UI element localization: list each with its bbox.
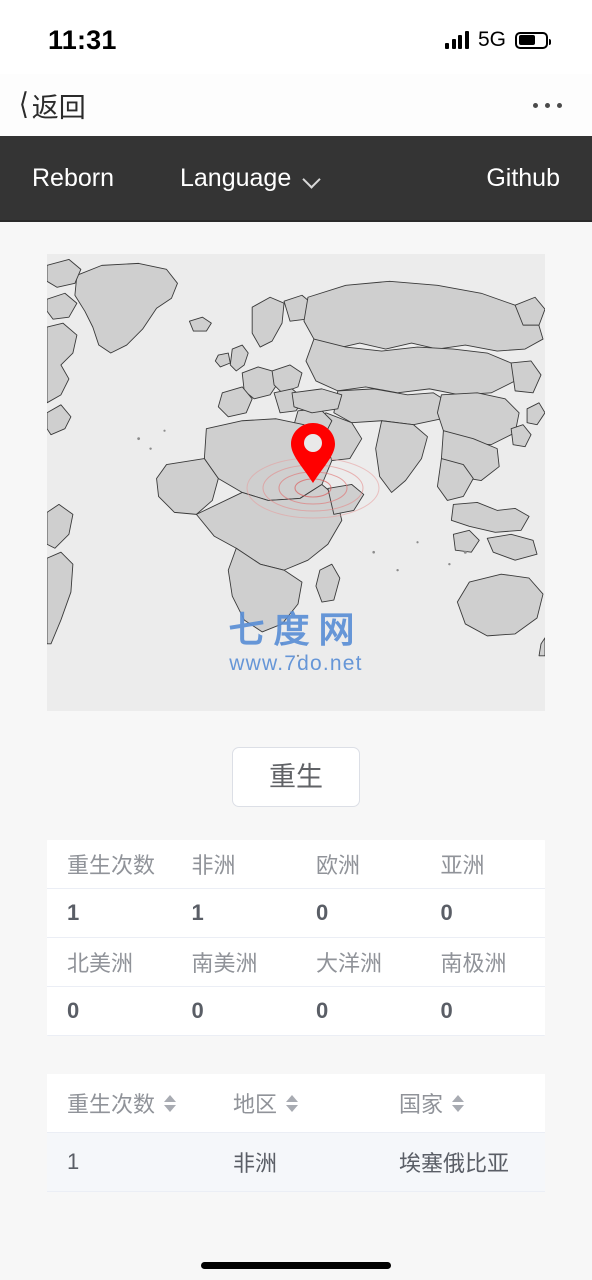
site-header: Reborn Language Github (0, 136, 592, 222)
stats-value-cell: 0 (296, 888, 421, 939)
home-indicator (201, 1262, 391, 1269)
language-menu[interactable]: Language (180, 164, 320, 193)
battery-fill (518, 35, 535, 45)
stats-header-cell: 欧洲 (296, 840, 421, 890)
battery-icon (515, 31, 551, 49)
stats-header-cell: 北美洲 (47, 937, 172, 988)
stats-value-cell: 1 (171, 888, 296, 939)
table-header-row: 重生次数 地区 国家 (47, 1074, 545, 1134)
table-row: 重生次数 非洲 欧洲 亚洲 (47, 840, 545, 890)
map-pin-icon (291, 423, 335, 483)
table-row[interactable]: 1 非洲 埃塞俄比亚 (47, 1132, 545, 1193)
more-dots-icon[interactable] (533, 102, 562, 108)
table-row: 1 1 0 0 (47, 888, 545, 939)
column-header-count[interactable]: 重生次数 (47, 1074, 213, 1134)
column-header-label: 国家 (399, 1092, 444, 1118)
reborn-button-container: 重生 (47, 747, 545, 808)
signal-strength-icon (445, 31, 469, 49)
stats-table: 重生次数 非洲 欧洲 亚洲 1 1 0 0 北美洲 南美洲 大洋洲 南极洲 0 … (47, 840, 545, 1037)
sort-caret-icon[interactable] (164, 1094, 177, 1112)
reborn-button[interactable]: 重生 (232, 747, 360, 808)
sort-caret-icon[interactable] (286, 1094, 299, 1112)
column-header-region[interactable]: 地区 (213, 1074, 379, 1134)
status-time: 11:31 (48, 24, 117, 55)
stats-table-grid: 重生次数 非洲 欧洲 亚洲 1 1 0 0 北美洲 南美洲 大洋洲 南极洲 0 … (47, 840, 545, 1037)
cell-count: 1 (47, 1132, 213, 1193)
cell-region: 非洲 (213, 1132, 379, 1193)
stats-header-cell: 非洲 (171, 840, 296, 890)
stats-value-cell: 0 (420, 888, 545, 939)
language-menu-label: Language (180, 163, 292, 192)
stats-value-cell: 0 (420, 986, 545, 1037)
watermark-text-cn: 七度网 (228, 609, 364, 650)
chevron-down-icon (303, 173, 320, 183)
stats-value-cell: 0 (296, 986, 421, 1037)
stats-header-cell: 亚洲 (420, 840, 545, 890)
chevron-left-icon: ⟨ (18, 88, 29, 121)
history-table: 重生次数 地区 国家 1 非洲 埃塞俄比亚 (47, 1074, 545, 1193)
network-type-label: 5G (477, 28, 506, 51)
column-header-country[interactable]: 国家 (379, 1074, 545, 1134)
watermark-text-url: www.7do.net (229, 651, 363, 675)
stats-header-cell: 重生次数 (47, 840, 172, 890)
stats-header-cell: 大洋洲 (296, 937, 421, 988)
webview-nav-bar: ⟨ 返回 (0, 74, 592, 136)
map-watermark: 七度网 www.7do.net (47, 610, 545, 676)
table-row: 北美洲 南美洲 大洋洲 南极洲 (47, 937, 545, 988)
column-header-label: 地区 (233, 1092, 278, 1118)
stats-header-cell: 南美洲 (171, 937, 296, 988)
page-content: 七度网 www.7do.net 重生 重生次数 非洲 欧洲 亚洲 1 1 0 0 (0, 254, 592, 1193)
stats-value-cell: 0 (47, 986, 172, 1037)
history-table-grid: 重生次数 地区 国家 1 非洲 埃塞俄比亚 (47, 1074, 545, 1193)
cell-country: 埃塞俄比亚 (379, 1132, 545, 1193)
status-bar: 11:31 5G (0, 0, 592, 74)
table-row: 0 0 0 0 (47, 986, 545, 1037)
status-indicators: 5G (445, 22, 551, 52)
column-header-label: 重生次数 (67, 1092, 156, 1118)
brand-link[interactable]: Reborn (32, 164, 114, 193)
sort-caret-icon[interactable] (452, 1094, 465, 1112)
stats-header-cell: 南极洲 (420, 937, 545, 988)
back-button-label: 返回 (31, 92, 86, 123)
stats-value-cell: 0 (171, 986, 296, 1037)
back-button[interactable]: ⟨ 返回 (18, 86, 86, 125)
stats-value-cell: 1 (47, 888, 172, 939)
world-map[interactable]: 七度网 www.7do.net (47, 254, 545, 711)
github-link[interactable]: Github (486, 164, 560, 193)
